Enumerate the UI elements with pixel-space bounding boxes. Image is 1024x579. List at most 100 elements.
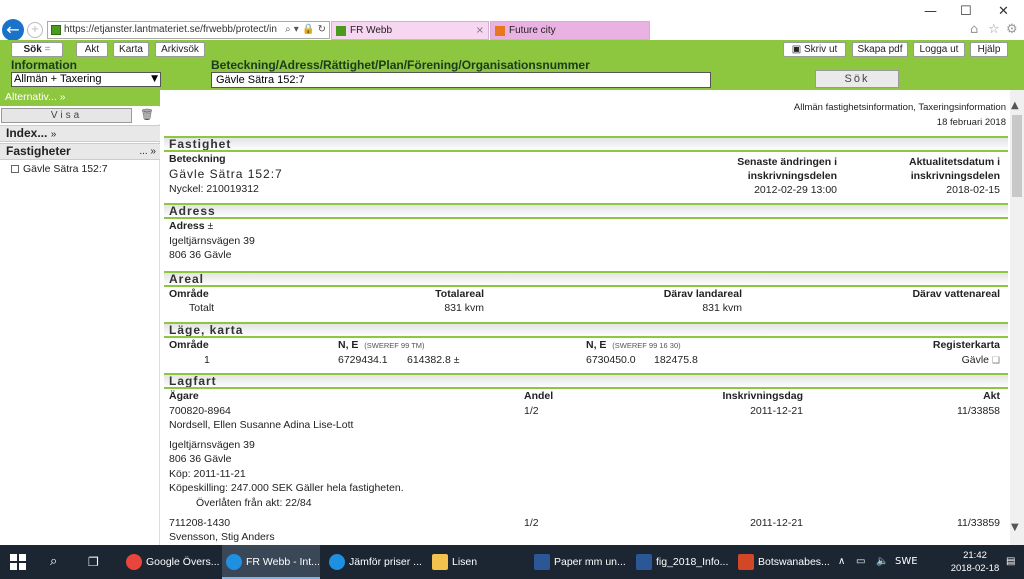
areal-col-vatten: Därav vattenareal (912, 288, 1000, 300)
senaste-label: Senaste ändringen i inskrivningsdelen (737, 156, 837, 182)
create-pdf-button[interactable]: Skapa pdf (852, 42, 908, 57)
word-icon (534, 554, 550, 570)
scroll-down-icon[interactable]: ▼ (1011, 522, 1019, 533)
open-map-icon: ❑ (991, 355, 1000, 365)
chevron-down-icon: ▼ (151, 74, 158, 84)
sidebar: Alternativ... » Visa 🗑 Index... » Fastig… (0, 90, 160, 545)
scroll-thumb[interactable] (1012, 115, 1022, 197)
volume-icon[interactable]: 🔈 (876, 545, 888, 579)
favorites-star-icon[interactable]: ☆ (988, 22, 1000, 37)
notifications-icon[interactable]: ▤ (1006, 545, 1015, 579)
adress-line2: 806 36 Gävle (169, 249, 232, 261)
lage-n1: 6729434.1 (338, 354, 388, 366)
maximize-icon[interactable]: ☐ (960, 4, 972, 19)
expand-toggle-icon[interactable]: ± (208, 220, 214, 232)
taskbar-item-lisen[interactable]: Lisen (428, 545, 524, 579)
alternativ-link[interactable]: Alternativ... » (0, 90, 160, 106)
divider (164, 217, 1008, 219)
system-clock[interactable]: 21:42 2018-02-18 (950, 549, 1000, 575)
network-icon[interactable]: ▭ (856, 545, 865, 579)
help-button[interactable]: Hjälp (970, 42, 1008, 57)
page-scrollbar[interactable]: ▲ ▼ (1010, 90, 1024, 545)
areal-row-land: 831 kvm (702, 302, 742, 314)
owner1-addr2: 806 36 Gävle (169, 453, 232, 465)
akt-button[interactable]: Akt (76, 42, 108, 57)
lage-row-omrade: 1 (204, 354, 210, 366)
owner1-dag: 2011-12-21 (750, 405, 803, 417)
search-input[interactable]: Gävle Sätra 152:7 (211, 72, 711, 88)
forward-button[interactable]: + (27, 22, 43, 38)
owner2-akt[interactable]: 11/33859 (861, 517, 1000, 529)
divider (164, 285, 1008, 287)
taskbar-item-jamfor[interactable]: Jämför priser ... (325, 545, 423, 579)
taskbar: ⌕ ❐ Google Övers... FR Webb - Int... Jäm… (0, 545, 1024, 579)
fr-webb-favicon-icon (336, 26, 346, 36)
arkivsok-button[interactable]: Arkivsök (155, 42, 205, 57)
minimize-icon[interactable]: — (924, 4, 937, 19)
beteckning-label: Beteckning (169, 153, 226, 165)
owner1-akt[interactable]: 11/33858 (861, 405, 1000, 417)
aktualitet-value: 2018-02-15 (946, 184, 1000, 196)
word-icon (636, 554, 652, 570)
internet-explorer-icon (329, 554, 345, 570)
taskbar-item-botswana[interactable]: Botswanabes... (734, 545, 830, 579)
folder-icon (432, 554, 448, 570)
areal-col-land: Därav landareal (663, 288, 742, 300)
taskbar-item-chrome[interactable]: Google Övers... (122, 545, 220, 579)
visa-button[interactable]: Visa (1, 108, 132, 123)
sok-tab-button[interactable]: Sök = (11, 42, 63, 57)
task-view-icon[interactable]: ❐ (88, 545, 99, 579)
home-icon[interactable]: ⌂ (970, 22, 978, 37)
tray-chevron-up-icon[interactable]: ∧ (838, 545, 845, 579)
taskbar-item-fr-webb[interactable]: FR Webb - Int... (222, 545, 320, 579)
scroll-up-icon[interactable]: ▲ (1011, 100, 1019, 111)
expand-toggle-icon[interactable]: ± (454, 354, 460, 366)
powerpoint-icon (738, 554, 754, 570)
fastigheter-more-link[interactable]: ... » (139, 144, 156, 159)
aktualitet-label: Aktualitetsdatum i inskrivningsdelen (908, 156, 1000, 182)
tab-close-icon[interactable]: × (476, 22, 484, 40)
trash-icon[interactable]: 🗑 (140, 108, 154, 121)
printer-icon: ▣ (791, 44, 802, 55)
index-header[interactable]: Index... » (0, 125, 160, 142)
lage-col-register: Registerkarta (932, 339, 1000, 351)
taskbar-item-paper[interactable]: Paper mm un... (530, 545, 626, 579)
owner1-name: Nordsell, Ellen Susanne Adina Lise-Lott (169, 419, 354, 431)
fastigheter-header[interactable]: Fastigheter ... » (0, 143, 160, 160)
owner2-andel: 1/2 (524, 517, 539, 529)
chrome-icon (126, 554, 142, 570)
keyboard-language[interactable]: SWE (895, 545, 918, 579)
checkbox[interactable] (11, 165, 19, 173)
address-bar[interactable]: https://etjanster.lantmateriet.se/frwebb… (47, 21, 330, 39)
back-button[interactable]: ← (2, 19, 24, 41)
settings-gear-icon[interactable]: ⚙ (1006, 22, 1018, 37)
section-lagfart: Lagfart (164, 373, 1008, 388)
address-controls-icon[interactable]: ⌕ ▾ 🔒 ↻ (282, 22, 326, 38)
owner1-overlaten: Överlåten från akt: 22/84 (196, 497, 312, 509)
logout-button[interactable]: Logga ut (913, 42, 965, 57)
lage-col-ne2: N, E (SWEREF 99 16 30) (586, 339, 681, 351)
karta-button[interactable]: Karta (113, 42, 149, 57)
tab-fr-webb[interactable]: FR Webb × (331, 21, 489, 40)
lagfart-col-inskrivningsdag: Inskrivningsdag (722, 390, 803, 402)
areal-col-omrade: Område (169, 288, 209, 300)
search-submit-button[interactable]: Sök (815, 70, 899, 88)
windows-start-icon[interactable] (10, 554, 26, 570)
information-select[interactable]: Allmän + Taxering ▼ (11, 72, 161, 87)
taskbar-item-fig[interactable]: fig_2018_Info... (632, 545, 728, 579)
address-url: https://etjanster.lantmateriet.se/frwebb… (64, 24, 277, 35)
tab-label: FR Webb (350, 25, 393, 36)
tab-future-city[interactable]: Future city (490, 21, 650, 40)
beteckning-value: Gävle Sätra 152:7 (169, 167, 283, 181)
lage-e2: 182475.8 (654, 354, 698, 366)
close-window-icon[interactable]: ✕ (998, 4, 1009, 19)
register-karta-link[interactable]: Gävle ❑ (861, 354, 1000, 366)
search-icon[interactable]: ⌕ (50, 545, 57, 579)
property-list-item[interactable]: Gävle Sätra 152:7 (11, 163, 108, 175)
owner1-addr1: Igeltjärnsvägen 39 (169, 439, 255, 451)
nyckel-value: Nyckel: 210019312 (169, 183, 259, 195)
owner2-id: 711208-1430 (169, 517, 231, 529)
section-adress: Adress (164, 203, 1008, 218)
owner2-dag: 2011-12-21 (750, 517, 803, 529)
print-button[interactable]: ▣ Skriv ut (783, 42, 846, 57)
